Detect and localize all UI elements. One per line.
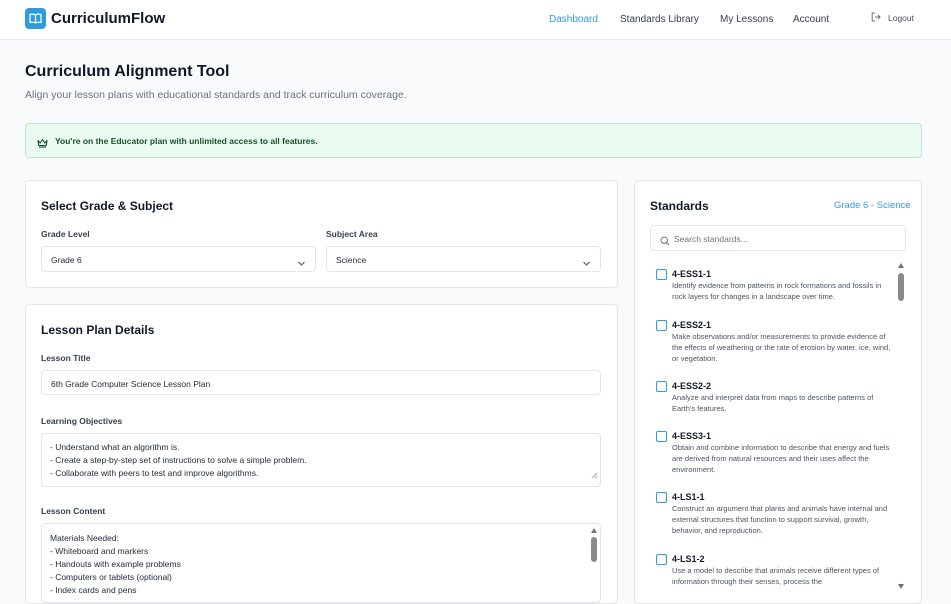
content-line: Materials Needed: <box>50 533 119 543</box>
standard-checkbox[interactable] <box>656 381 667 392</box>
content-line: - Whiteboard and markers <box>50 546 149 556</box>
standard-description: Analyze and interpret data from maps to … <box>672 393 874 414</box>
page-title: Curriculum Alignment Tool <box>25 63 230 80</box>
nav-standards-library[interactable]: Standards Library <box>620 14 699 25</box>
grade-level-value: Grade 6 <box>51 255 82 265</box>
logout-label: Logout <box>888 13 914 23</box>
lesson-content-scrollbar[interactable] <box>590 526 598 602</box>
standard-description: Make observations and/or measurements to… <box>672 332 891 364</box>
content-line: - Index cards and pens <box>50 585 137 595</box>
top-navigation-bar: CurriculumFlow Dashboard Standards Libra… <box>0 0 951 40</box>
lesson-title-label: Lesson Title <box>41 353 91 363</box>
standards-search-input[interactable] <box>674 230 894 247</box>
crown-icon <box>37 135 48 153</box>
lesson-content-textarea[interactable]: Materials Needed: - Whiteboard and marke… <box>41 523 601 603</box>
standard-checkbox[interactable] <box>656 492 667 503</box>
standard-code: 4-ESS1-1 <box>672 269 712 279</box>
grade-subject-title: Select Grade & Subject <box>41 199 174 213</box>
learning-objectives-textarea[interactable]: - Understand what an algorithm is. - Cre… <box>41 433 601 487</box>
plan-banner: You're on the Educator plan with unlimit… <box>25 123 922 158</box>
nav-dashboard[interactable]: Dashboard <box>549 14 598 25</box>
standard-code: 4-ESS2-1 <box>672 320 712 330</box>
grade-level-label: Grade Level <box>41 229 90 239</box>
nav-my-lessons[interactable]: My Lessons <box>720 14 773 25</box>
standard-description: Obtain and combine information to descri… <box>672 443 890 475</box>
resize-handle-icon[interactable] <box>591 466 598 484</box>
content-line: - Computers or tablets (optional) <box>50 572 172 582</box>
scroll-down-icon[interactable] <box>898 584 904 589</box>
chevron-down-icon <box>582 255 591 273</box>
standard-checkbox[interactable] <box>656 431 667 442</box>
objective-line: - Understand what an algorithm is. <box>50 442 180 452</box>
standards-scrollbar[interactable] <box>897 263 905 589</box>
standard-code: 4-ESS3-1 <box>672 431 712 441</box>
objective-line: - Create a step-by-step set of instructi… <box>50 455 307 465</box>
subject-area-select[interactable]: Science <box>326 246 601 272</box>
scroll-thumb[interactable] <box>898 273 904 301</box>
learning-objectives-label: Learning Objectives <box>41 416 123 426</box>
scroll-up-icon[interactable] <box>591 528 597 533</box>
lesson-plan-title: Lesson Plan Details <box>41 323 155 337</box>
standard-code: 4-LS1-1 <box>672 492 705 502</box>
subject-area-label: Subject Area <box>326 229 378 239</box>
chevron-down-icon <box>297 255 306 273</box>
standard-description: Use a model to describe that animals rec… <box>672 566 880 587</box>
plan-banner-text: You're on the Educator plan with unlimit… <box>55 136 318 146</box>
lesson-content-label: Lesson Content <box>41 506 106 516</box>
logout-icon <box>871 12 881 24</box>
content-line: - Handouts with example problems <box>50 559 181 569</box>
logout-button[interactable]: Logout <box>871 12 914 24</box>
standard-item[interactable]: 4-LS1-2 Use a model to describe that ani… <box>656 554 896 588</box>
lesson-title-value: 6th Grade Computer Science Lesson Plan <box>51 379 211 389</box>
standards-search[interactable] <box>650 225 906 251</box>
grade-level-select[interactable]: Grade 6 <box>41 246 316 272</box>
subject-area-value: Science <box>336 255 367 265</box>
book-logo-icon[interactable] <box>25 8 46 29</box>
standard-description: Identify evidence from patterns in rock … <box>672 281 882 302</box>
standard-checkbox[interactable] <box>656 554 667 565</box>
app-name[interactable]: CurriculumFlow <box>51 10 165 27</box>
standards-context-link[interactable]: Grade 6 - Science <box>834 200 911 211</box>
standard-description: Construct an argument that plants and an… <box>672 504 888 536</box>
page-subtitle: Align your lesson plans with educational… <box>25 89 407 101</box>
standard-checkbox[interactable] <box>656 269 667 280</box>
objective-line: - Collaborate with peers to test and imp… <box>50 468 259 478</box>
standard-code: 4-LS1-2 <box>672 554 705 564</box>
scroll-up-icon[interactable] <box>898 263 904 268</box>
standard-checkbox[interactable] <box>656 320 667 331</box>
standards-title: Standards <box>650 199 709 213</box>
search-icon <box>660 233 670 251</box>
lesson-title-input[interactable]: 6th Grade Computer Science Lesson Plan <box>41 370 601 395</box>
scroll-thumb[interactable] <box>591 537 597 562</box>
nav-account[interactable]: Account <box>793 14 829 25</box>
standard-code: 4-ESS2-2 <box>672 381 712 391</box>
